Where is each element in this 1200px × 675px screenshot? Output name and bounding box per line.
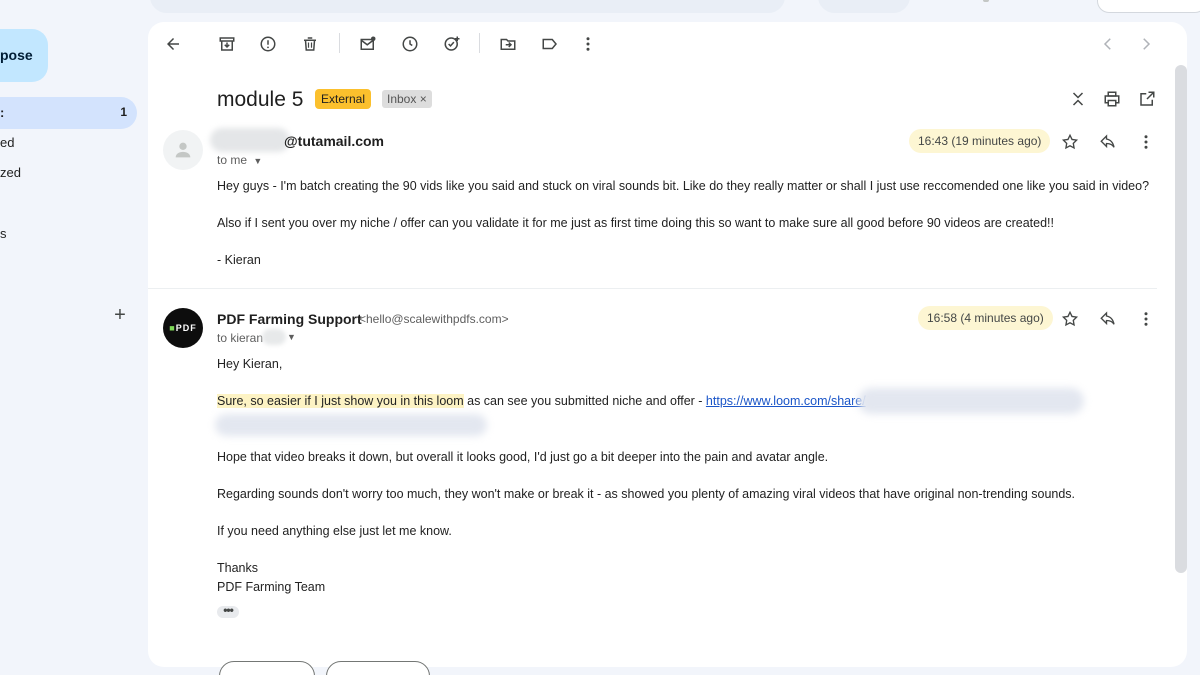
reply-button[interactable] <box>219 661 315 675</box>
filter-chip[interactable] <box>818 0 910 13</box>
account-chip[interactable] <box>1097 0 1200 13</box>
message-paragraph: Hey guys - I'm batch creating the 90 vid… <box>217 179 1150 193</box>
scrollbar[interactable] <box>1175 65 1187 573</box>
reply-icon[interactable] <box>1098 132 1118 152</box>
move-to-folder-icon[interactable] <box>498 34 518 54</box>
paragraph-text: as can see you submitted niche and offer… <box>463 394 706 408</box>
recipient-line[interactable]: to kieran <box>217 331 263 345</box>
label-icon[interactable] <box>540 34 560 54</box>
print-icon[interactable] <box>1102 89 1122 109</box>
add-label-button[interactable]: + <box>110 305 130 325</box>
redacted-link <box>215 414 487 436</box>
highlighted-text: Sure, so easier if I just show you in th… <box>217 394 464 408</box>
message-divider <box>148 288 1157 289</box>
sidebar-item-label: : <box>0 105 5 120</box>
redacted-recipient <box>262 329 286 345</box>
message-signature: - Kieran <box>217 253 261 267</box>
caret-down-icon[interactable]: ▼ <box>287 332 296 342</box>
add-task-icon[interactable] <box>442 34 462 54</box>
recipient-line[interactable]: to me ▼ <box>217 153 262 167</box>
redacted-link <box>858 388 1084 414</box>
forward-button[interactable] <box>326 661 430 675</box>
mark-unread-icon[interactable] <box>358 34 378 54</box>
sidebar-item-drafts[interactable]: s <box>0 218 137 250</box>
unread-count: 1 <box>120 105 127 119</box>
sidebar-item-label: s <box>0 226 7 241</box>
message-greeting: Hey Kieran, <box>217 357 283 371</box>
message-panel <box>148 22 1187 667</box>
email-subject: module 5 <box>217 88 304 111</box>
toolbar-divider <box>479 33 480 53</box>
older-chevron-right-icon[interactable] <box>1136 34 1156 54</box>
sidebar-item-label: ed <box>0 135 15 150</box>
sender-avatar-logo[interactable]: ■PDF <box>163 308 203 348</box>
message-paragraph: Hope that video breaks it down, but over… <box>217 450 829 464</box>
report-spam-icon[interactable] <box>258 34 278 54</box>
redacted-sender-name <box>210 128 290 152</box>
reply-icon[interactable] <box>1098 309 1118 329</box>
message-signature: PDF Farming Team <box>217 580 326 594</box>
sidebar-item-label: zed <box>0 165 21 180</box>
more-vert-icon[interactable] <box>1136 309 1156 329</box>
newer-chevron-left-icon[interactable] <box>1098 34 1118 54</box>
sender-email[interactable]: @tutamail.com <box>284 133 384 149</box>
back-arrow-icon[interactable] <box>163 34 183 54</box>
open-new-window-icon[interactable] <box>1137 89 1157 109</box>
toolbar-divider <box>339 33 340 53</box>
sidebar-item-inbox[interactable]: : 1 <box>0 97 137 129</box>
sender-name[interactable]: PDF Farming Support <box>217 311 362 327</box>
avatar-logo-text: PDF <box>175 323 197 333</box>
caret-down-icon[interactable]: ▼ <box>253 156 262 166</box>
snooze-clock-icon[interactable] <box>400 34 420 54</box>
support-icon[interactable] <box>983 0 989 2</box>
message-paragraph: Sure, so easier if I just show you in th… <box>217 394 866 408</box>
collapse-all-icon[interactable] <box>1068 89 1088 109</box>
compose-label: pose <box>0 47 33 63</box>
star-icon[interactable] <box>1060 309 1080 329</box>
star-icon[interactable] <box>1060 132 1080 152</box>
delete-icon[interactable] <box>300 34 320 54</box>
message-paragraph: Also if I sent you over my niche / offer… <box>217 216 1054 230</box>
loom-link[interactable]: https://www.loom.com/share/ <box>706 394 866 408</box>
external-badge: External <box>315 89 372 109</box>
message-paragraph: If you need anything else just let me kn… <box>217 524 452 538</box>
archive-icon[interactable] <box>217 34 237 54</box>
message-paragraph: Regarding sounds don't worry too much, t… <box>217 487 1076 501</box>
sender-avatar[interactable] <box>163 130 203 170</box>
message-timestamp: 16:43 (19 minutes ago) <box>909 129 1051 153</box>
more-vert-icon[interactable] <box>1136 132 1156 152</box>
show-trimmed-content-button[interactable]: ••• <box>217 604 239 618</box>
sidebar-item-starred[interactable]: ed <box>0 127 137 159</box>
compose-button[interactable]: pose <box>0 29 48 82</box>
sidebar-item-snoozed[interactable]: zed <box>0 157 137 189</box>
message-timestamp: 16:58 (4 minutes ago) <box>918 306 1053 330</box>
search-bar[interactable] <box>150 0 785 13</box>
message-signoff: Thanks <box>217 561 258 575</box>
sender-email[interactable]: <hello@scalewithpdfs.com> <box>359 312 509 326</box>
more-vert-icon[interactable] <box>578 34 598 54</box>
recipient-text: to me <box>217 153 248 167</box>
recipient-text: to kieran <box>217 331 264 345</box>
inbox-label-chip[interactable]: Inbox × <box>382 90 432 108</box>
